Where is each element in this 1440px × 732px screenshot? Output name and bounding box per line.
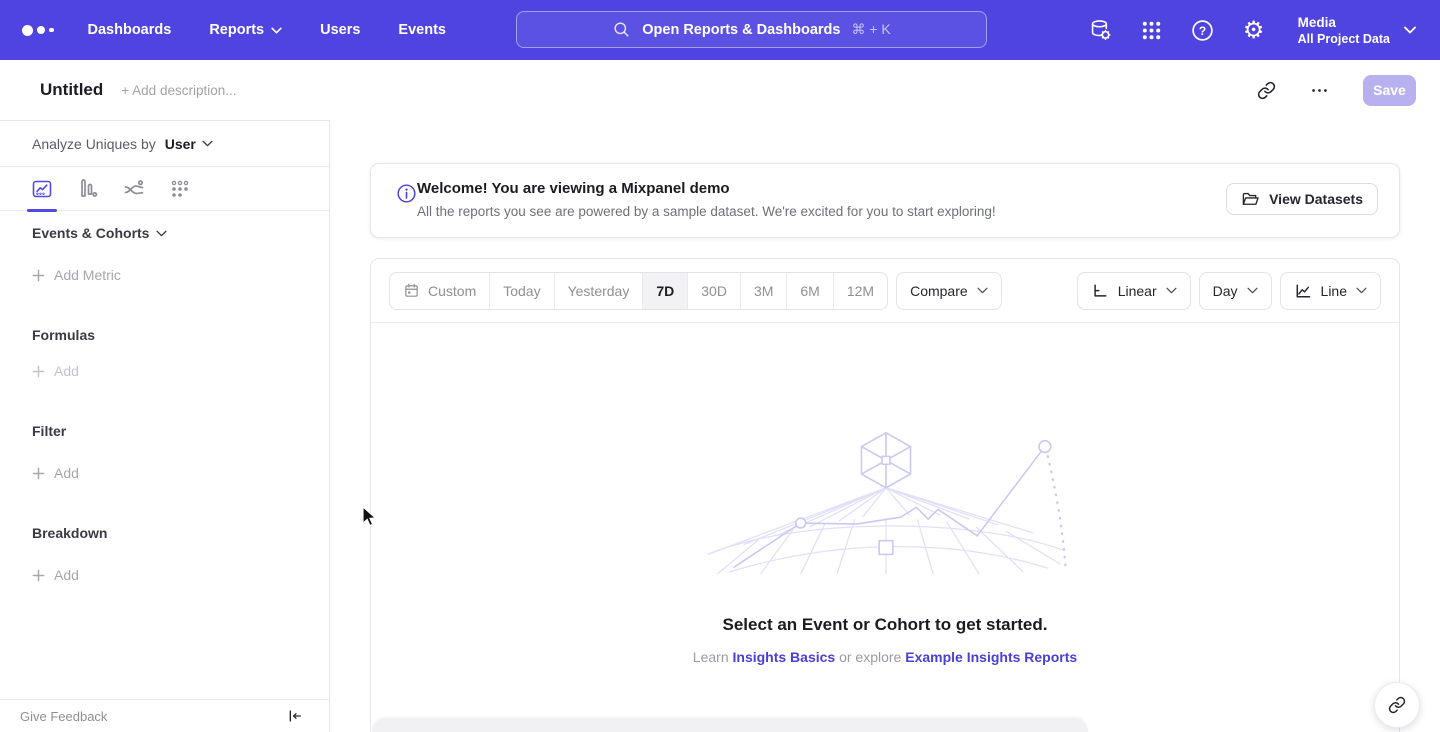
data-management-icon[interactable] [1088, 17, 1114, 43]
nav-events[interactable]: Events [398, 22, 446, 38]
interval-dropdown[interactable]: Day [1199, 272, 1272, 310]
sidebar-footer: Give Feedback [0, 699, 329, 732]
analyze-value: User [165, 136, 196, 152]
visualization-tabs [0, 167, 329, 211]
plus-icon [32, 569, 45, 582]
date-range-6m[interactable]: 6M [787, 273, 833, 309]
settings-gear-icon[interactable]: ⚙ [1241, 17, 1267, 43]
banner-subtitle: All the reports you see are powered by a… [417, 204, 996, 219]
search-shortcut: ⌘ + K [851, 21, 890, 38]
chevron-down-icon [1404, 26, 1416, 34]
insights-chart-tab[interactable] [31, 178, 53, 200]
chevron-down-icon [271, 27, 282, 34]
link-icon [1388, 696, 1406, 714]
empty-state-title: Select an Event or Cohort to get started… [371, 615, 1399, 635]
report-title[interactable]: Untitled [40, 80, 103, 100]
query-builder-sidebar: Analyze Uniques by User [0, 120, 330, 732]
insights-basics-link[interactable]: Insights Basics [733, 649, 836, 665]
empty-state-links: Learn Insights Basics or explore Example… [371, 649, 1399, 665]
help-icon[interactable]: ? [1190, 17, 1216, 43]
top-nav: Dashboards Reports Users Events Open Rep… [0, 0, 1440, 60]
date-range-segmented-control: Custom Today Yesterday 7D 30D 3M 6M 12M [389, 272, 888, 310]
line-chart-icon [1294, 282, 1312, 300]
report-card: Custom Today Yesterday 7D 30D 3M 6M 12M … [370, 258, 1400, 732]
date-range-12m[interactable]: 12M [834, 273, 887, 309]
nav-dashboards[interactable]: Dashboards [88, 22, 172, 38]
calendar-icon [403, 282, 420, 299]
linear-axis-icon [1091, 282, 1109, 300]
copy-link-icon[interactable] [1257, 81, 1276, 100]
plus-icon [32, 365, 45, 378]
date-range-7d[interactable]: 7D [643, 273, 688, 309]
project-name: Media [1298, 14, 1390, 31]
filter-heading: Filter [32, 423, 66, 439]
view-datasets-button[interactable]: View Datasets [1226, 183, 1378, 215]
plus-icon [32, 467, 45, 480]
welcome-banner: Welcome! You are viewing a Mixpanel demo… [370, 163, 1400, 238]
retention-grid-tab[interactable] [169, 178, 191, 200]
nav-reports[interactable]: Reports [209, 22, 282, 38]
date-range-30d[interactable]: 30D [688, 273, 741, 309]
chevron-down-icon [202, 140, 213, 147]
give-feedback-link[interactable]: Give Feedback [20, 709, 107, 724]
analyze-uniques-selector[interactable]: Analyze Uniques by User [0, 121, 329, 167]
example-insights-reports-link[interactable]: Example Insights Reports [905, 649, 1077, 665]
date-range-custom[interactable]: Custom [390, 273, 490, 309]
chart-type-dropdown[interactable]: Line [1280, 272, 1381, 310]
add-breakdown-button[interactable]: Add [32, 567, 79, 583]
add-formula-button[interactable]: Add [32, 363, 79, 379]
scale-dropdown[interactable]: Linear [1077, 272, 1191, 310]
active-tab-underline [27, 209, 57, 213]
apps-grid-icon[interactable] [1139, 17, 1165, 43]
results-panel-peek[interactable] [372, 718, 1088, 732]
date-range-yesterday[interactable]: Yesterday [555, 273, 644, 309]
events-cohorts-section[interactable]: Events & Cohorts [32, 225, 167, 241]
chevron-down-icon [1247, 287, 1258, 294]
project-scope: All Project Data [1298, 31, 1390, 47]
chevron-down-icon [1356, 287, 1367, 294]
bar-chart-tab[interactable] [77, 178, 99, 200]
report-header: Untitled + Add description... Save [0, 60, 1440, 120]
svg-text:?: ? [1199, 23, 1206, 37]
mixpanel-logo[interactable] [22, 25, 54, 36]
plus-icon [32, 269, 45, 282]
save-button[interactable]: Save [1363, 75, 1416, 106]
breakdown-heading: Breakdown [32, 525, 107, 541]
compare-dropdown[interactable]: Compare [896, 272, 1002, 310]
chart-controls: Custom Today Yesterday 7D 30D 3M 6M 12M … [371, 259, 1399, 323]
global-search[interactable]: Open Reports & Dashboards ⌘ + K [516, 11, 987, 48]
search-placeholder: Open Reports & Dashboards [642, 22, 840, 38]
report-description-placeholder[interactable]: + Add description... [121, 83, 236, 98]
formulas-heading: Formulas [32, 327, 95, 343]
search-icon [612, 20, 631, 39]
nav-users[interactable]: Users [320, 22, 360, 38]
date-range-today[interactable]: Today [490, 273, 554, 309]
banner-title: Welcome! You are viewing a Mixpanel demo [417, 180, 730, 197]
share-link-fab[interactable] [1374, 682, 1420, 728]
add-metric-button[interactable]: Add Metric [32, 267, 121, 283]
folder-icon [1241, 190, 1260, 209]
date-range-3m[interactable]: 3M [741, 273, 787, 309]
chevron-down-icon [1166, 287, 1177, 294]
empty-state-illustration [699, 425, 1073, 577]
add-filter-button[interactable]: Add [32, 465, 79, 481]
info-icon [396, 183, 417, 204]
project-switcher[interactable]: Media All Project Data [1298, 14, 1416, 47]
flow-chart-tab[interactable] [123, 178, 145, 200]
chevron-down-icon [156, 230, 167, 237]
collapse-sidebar-icon[interactable] [287, 708, 303, 724]
chevron-down-icon [977, 287, 988, 294]
more-options-icon[interactable] [1310, 81, 1329, 100]
